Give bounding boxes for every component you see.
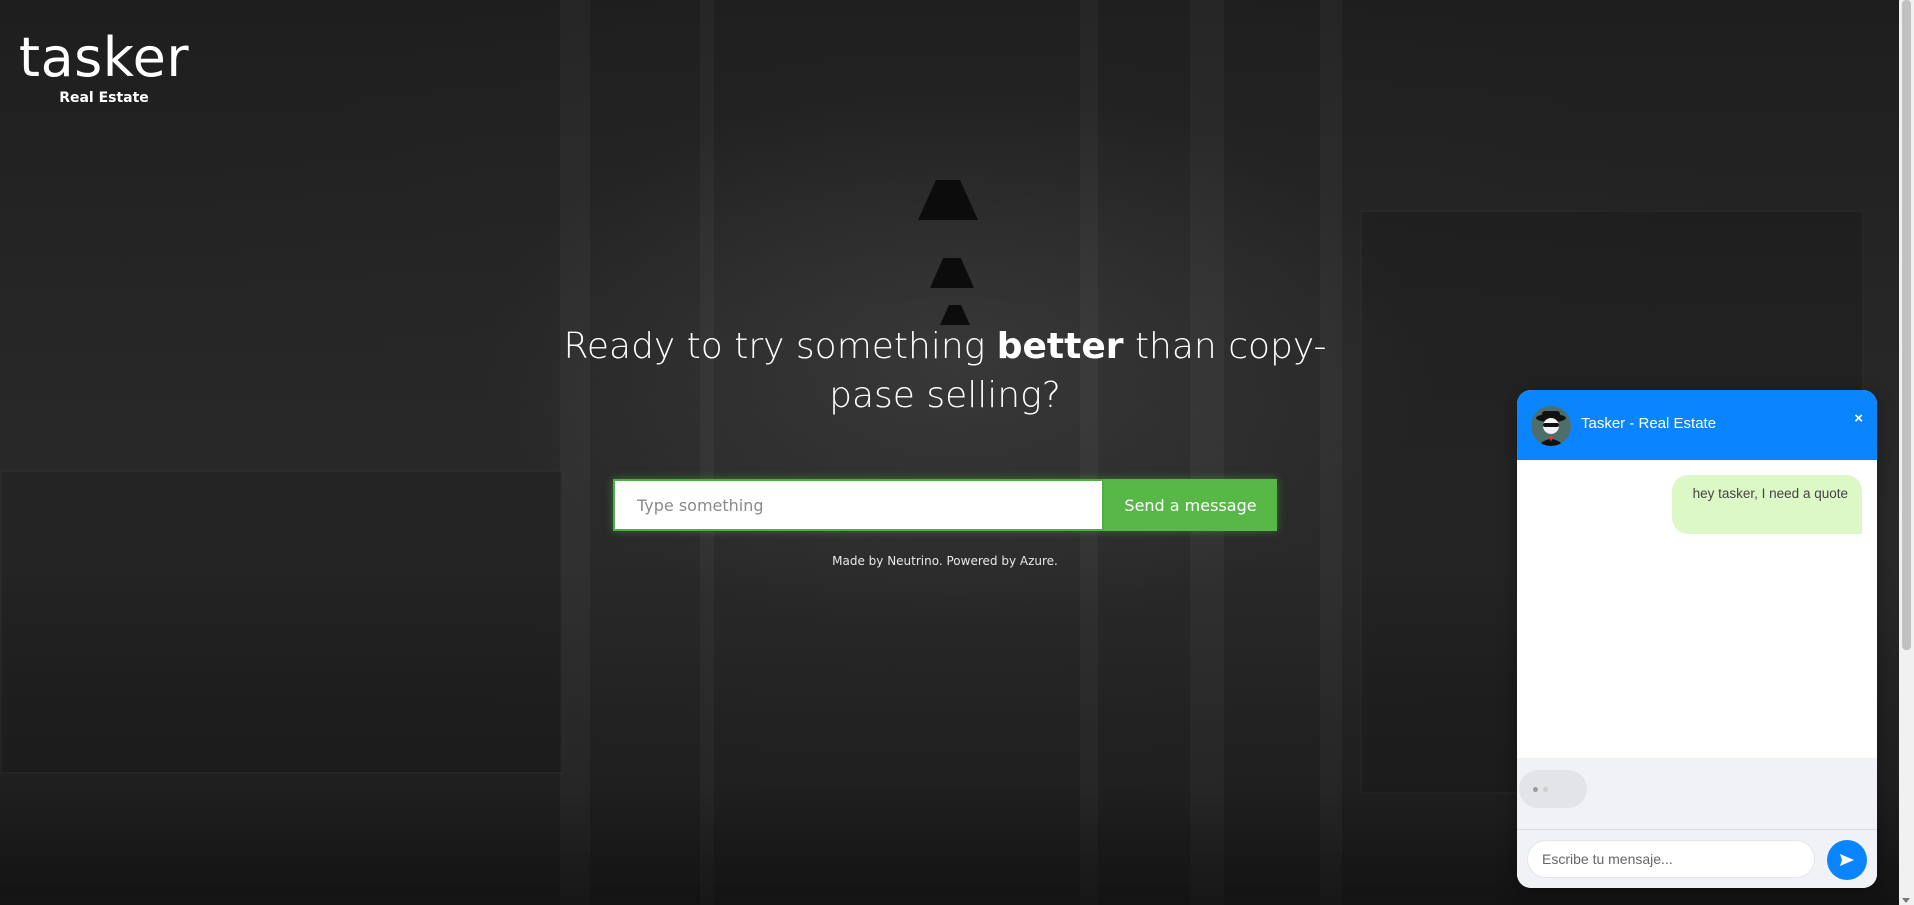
typing-area <box>1517 758 1877 830</box>
message-input[interactable] <box>613 479 1104 531</box>
scroll-down-arrow-icon[interactable] <box>1902 898 1910 903</box>
chat-messages: hey tasker, I need a quote <box>1517 460 1877 758</box>
chat-footer <box>1517 830 1877 888</box>
chat-input[interactable] <box>1527 840 1815 878</box>
message-form: Send a message <box>613 479 1277 531</box>
typing-dot <box>1543 787 1548 792</box>
send-message-button[interactable]: Send a message <box>1104 479 1277 531</box>
spy-avatar-icon <box>1531 406 1571 446</box>
credits-text: Made by Neutrino. Powered by Azure. <box>832 554 1058 568</box>
hero-heading: Ready to try something better than copy-… <box>560 322 1330 420</box>
chat-send-button[interactable] <box>1827 840 1867 880</box>
logo-wordmark: tasker <box>18 26 190 89</box>
hero-heading-part1: Ready to try something <box>563 326 997 367</box>
logo-subtitle: Real Estate <box>59 90 149 106</box>
close-icon[interactable]: × <box>1854 410 1863 427</box>
chat-header: Tasker - Real Estate × <box>1517 390 1877 460</box>
landing-page: tasker Real Estate Ready to try somethin… <box>0 0 1914 905</box>
user-message-bubble: hey tasker, I need a quote <box>1672 475 1862 534</box>
brand-logo[interactable]: tasker Real Estate <box>14 26 194 107</box>
send-arrow-icon <box>1840 854 1854 866</box>
page-scrollbar[interactable] <box>1899 0 1914 905</box>
chat-title: Tasker - Real Estate <box>1581 415 1717 432</box>
typing-indicator <box>1519 770 1587 808</box>
chat-widget: Tasker - Real Estate × hey tasker, I nee… <box>1517 390 1877 888</box>
scrollbar-thumb[interactable] <box>1902 0 1911 650</box>
hero-heading-bold: better <box>996 326 1124 367</box>
typing-dot <box>1533 787 1538 792</box>
